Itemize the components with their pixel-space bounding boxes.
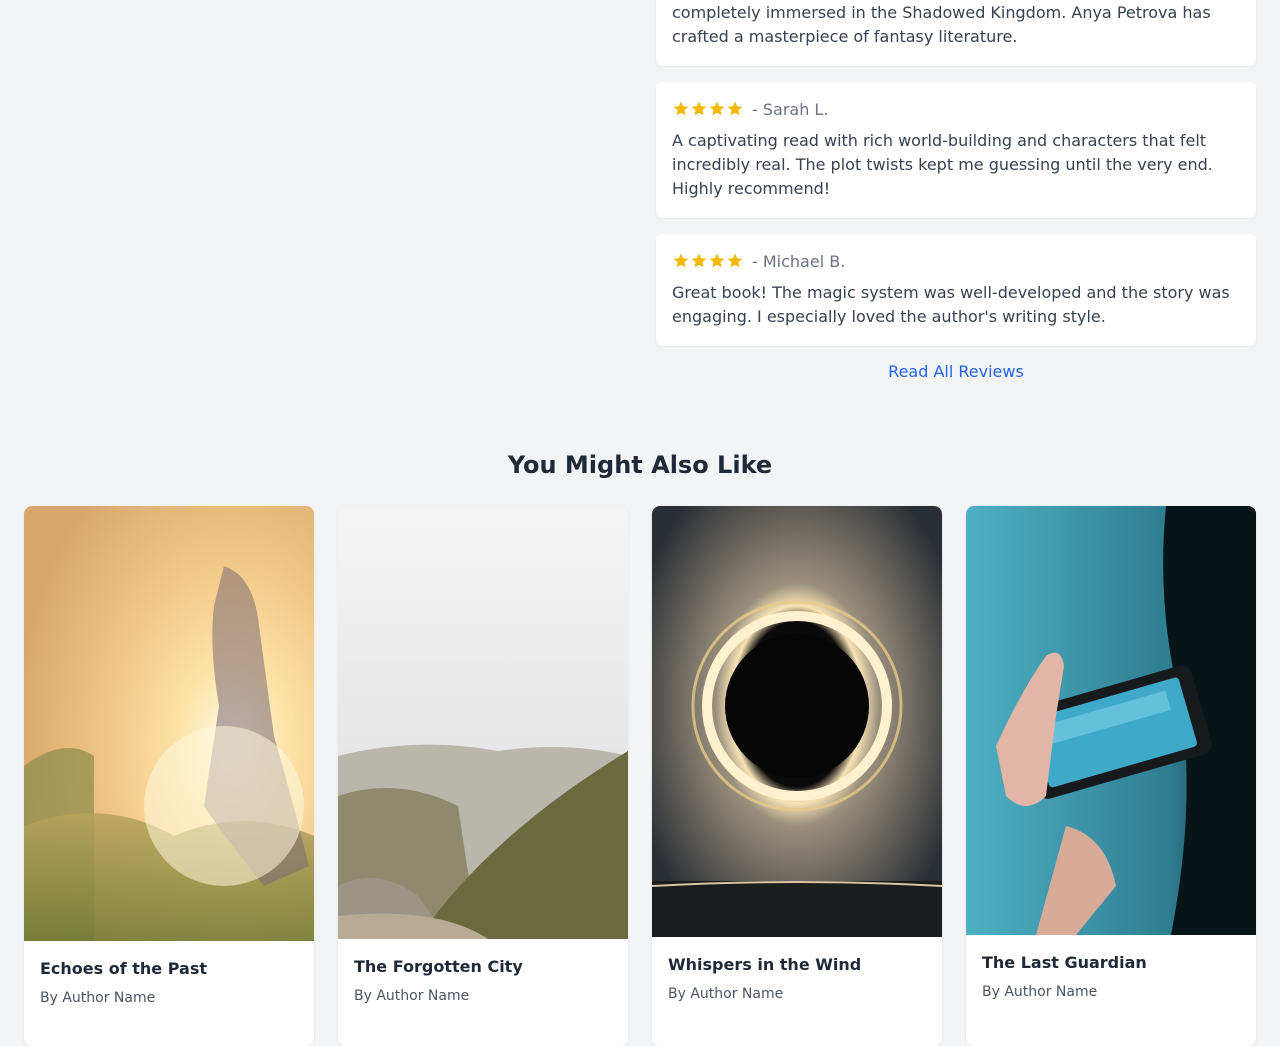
star-icon	[691, 253, 707, 268]
star-rating	[672, 252, 744, 270]
book-author: By Author Name	[982, 984, 1098, 1000]
book-card[interactable]: Whispers in the Wind By Author Name	[652, 506, 942, 1046]
book-title: Echoes of the Past	[40, 959, 207, 978]
star-icon	[673, 101, 689, 116]
star-icon	[727, 253, 743, 268]
star-icon	[709, 101, 725, 116]
book-title: Whispers in the Wind	[668, 955, 862, 974]
star-icon	[691, 101, 707, 116]
book-title: The Forgotten City	[354, 957, 523, 976]
reviewer-name: - Sarah L.	[752, 99, 829, 119]
book-title: The Last Guardian	[982, 953, 1147, 972]
book-cover-image	[966, 506, 1256, 935]
book-cover-image	[652, 506, 942, 937]
review-header: - Sarah L.	[672, 98, 828, 120]
section-title: You Might Also Like	[507, 451, 773, 479]
review-text: completely immersed in the Shadowed King…	[672, 3, 1211, 46]
read-all-reviews-link[interactable]: Read All Reviews	[656, 362, 1256, 381]
book-card[interactable]: The Last Guardian By Author Name	[966, 506, 1256, 1046]
review-header: - Michael B.	[672, 250, 845, 272]
review-text: Great book! The magic system was well-de…	[672, 283, 1230, 326]
review-card: completely immersed in the Shadowed King…	[656, 0, 1256, 66]
book-card[interactable]: Echoes of the Past By Author Name	[24, 506, 314, 1046]
review-card: - Sarah L. A captivating read with rich …	[656, 82, 1256, 218]
star-rating	[672, 100, 744, 118]
book-author: By Author Name	[354, 988, 470, 1004]
book-card[interactable]: The Forgotten City By Author Name	[338, 506, 628, 1046]
book-author: By Author Name	[668, 986, 784, 1002]
book-author: By Author Name	[40, 990, 156, 1006]
book-cover-image	[24, 506, 314, 941]
star-icon	[709, 253, 725, 268]
star-icon	[727, 101, 743, 116]
review-text: A captivating read with rich world-build…	[672, 131, 1213, 198]
review-card: - Michael B. Great book! The magic syste…	[656, 234, 1256, 346]
star-icon	[673, 253, 689, 268]
reviewer-name: - Michael B.	[752, 251, 846, 271]
book-cover-image	[338, 506, 628, 939]
